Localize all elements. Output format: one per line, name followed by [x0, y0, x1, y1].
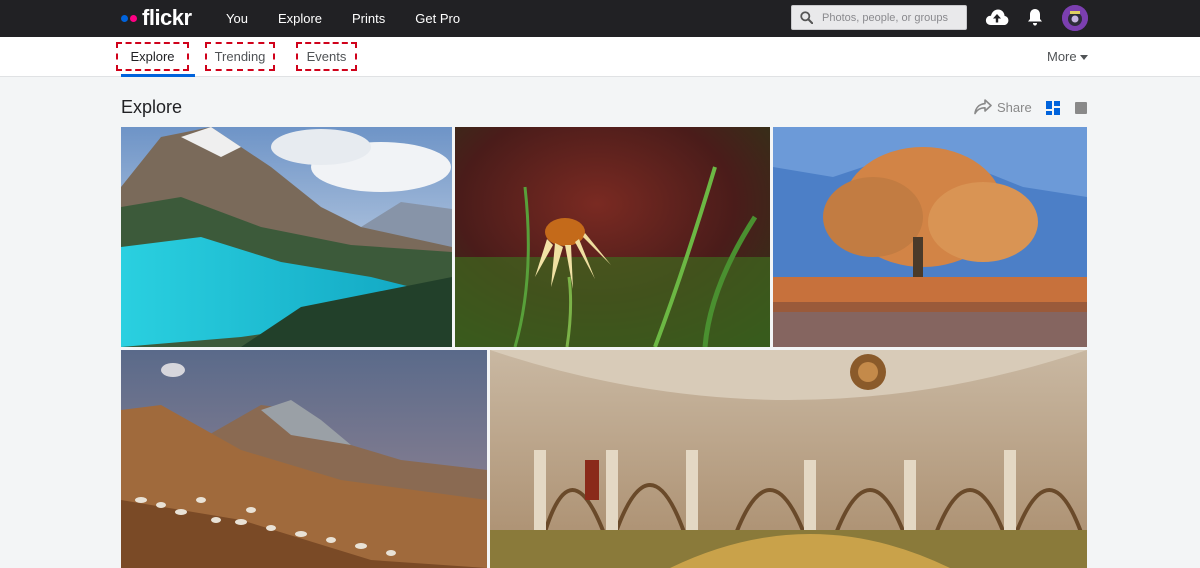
nav-get-pro-link[interactable]: Get Pro: [415, 11, 460, 26]
nav-prints-link[interactable]: Prints: [352, 11, 385, 26]
avatar-image: [1062, 5, 1088, 31]
tab-events[interactable]: Events: [296, 42, 357, 71]
tab-explore[interactable]: Explore: [116, 42, 189, 71]
grid-view-icon[interactable]: [1046, 101, 1060, 115]
more-menu-button[interactable]: More: [1047, 49, 1088, 64]
search-icon[interactable]: [800, 11, 813, 24]
search-box[interactable]: [791, 5, 967, 30]
user-avatar[interactable]: [1062, 5, 1088, 31]
flickr-logo[interactable]: flickr: [121, 6, 192, 30]
share-arrow-icon: [974, 99, 992, 115]
nav-explore-link[interactable]: Explore: [278, 11, 322, 26]
single-view-icon[interactable]: [1075, 102, 1087, 114]
bell-icon[interactable]: [1027, 8, 1043, 27]
search-input[interactable]: [822, 9, 962, 27]
logo-wordmark: flickr: [142, 5, 192, 30]
page-title: Explore: [121, 97, 183, 117]
main-nav: You Explore Prints Get Pro: [226, 0, 490, 37]
photo-mountain-lake[interactable]: [121, 127, 452, 347]
top-navigation-bar: flickr You Explore Prints Get Pro: [0, 0, 1200, 37]
more-label: More: [1047, 49, 1077, 64]
photo-ornate-hall[interactable]: [490, 350, 1087, 568]
upload-cloud-icon[interactable]: [985, 8, 1009, 26]
photo-autumn-tree[interactable]: [773, 127, 1087, 347]
logo-blue-dot: [121, 14, 128, 22]
share-button[interactable]: Share: [974, 99, 1032, 115]
photo-coneflower[interactable]: [455, 127, 770, 347]
active-tab-indicator: [121, 74, 195, 77]
share-label: Share: [997, 99, 1032, 115]
nav-you-link[interactable]: You: [226, 11, 248, 26]
photo-hillside-sheep[interactable]: [121, 350, 487, 568]
chevron-down-icon: [1079, 55, 1088, 61]
tab-trending[interactable]: Trending: [205, 42, 275, 71]
explore-subnav: Explore Trending Events More: [0, 37, 1200, 77]
logo-pink-dot: [130, 14, 137, 22]
